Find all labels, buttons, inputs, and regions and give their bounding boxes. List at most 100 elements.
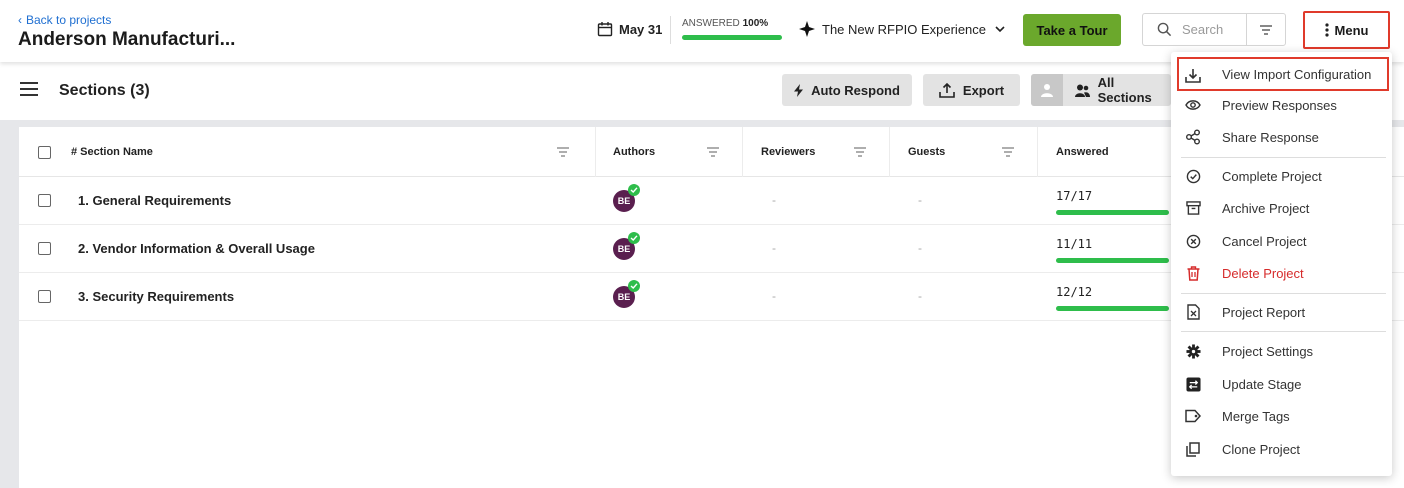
menu-divider <box>1181 157 1386 158</box>
download-icon <box>1185 67 1201 83</box>
menu-item-project-report[interactable]: Project Report <box>1171 296 1392 328</box>
eye-icon <box>1185 97 1201 113</box>
divider <box>595 127 596 177</box>
menu-item-delete-project[interactable]: Delete Project <box>1171 257 1392 289</box>
answered-value: 100% <box>742 18 769 29</box>
menu-divider <box>1181 331 1386 332</box>
divider <box>889 127 890 177</box>
avatar-initials: BE <box>617 196 631 206</box>
project-menu-dropdown: View Import Configuration Preview Respon… <box>1171 52 1392 476</box>
gear-icon <box>1185 343 1201 359</box>
avatar-initials: BE <box>617 292 631 302</box>
section-name[interactable]: 2. Vendor Information & Overall Usage <box>78 241 315 256</box>
divider <box>1037 127 1038 177</box>
cancel-circle-icon <box>1185 233 1201 249</box>
row-checkbox[interactable] <box>38 242 51 255</box>
section-name[interactable]: 3. Security Requirements <box>78 289 234 304</box>
trash-icon <box>1185 265 1201 281</box>
archive-icon <box>1185 200 1201 216</box>
menu-item-label: Clone Project <box>1222 441 1301 457</box>
workspace-selector[interactable]: The New RFPIO Experience <box>799 21 1007 37</box>
filter-icon[interactable] <box>706 127 720 177</box>
column-header-answered[interactable]: Answered <box>1056 127 1109 177</box>
menu-item-share-response[interactable]: Share Response <box>1171 121 1392 153</box>
filter-icon[interactable] <box>1259 24 1273 36</box>
avatar[interactable]: BE <box>613 280 640 308</box>
share-icon <box>1185 129 1201 145</box>
row-checkbox[interactable] <box>38 290 51 303</box>
answered-count: 12/12 <box>1056 285 1093 299</box>
reviewers-value: - <box>772 241 776 255</box>
avatar-initials: BE <box>617 244 631 254</box>
all-sections-label: All Sections <box>1097 75 1152 105</box>
search-icon <box>1157 22 1172 37</box>
back-link[interactable]: ‹ Back to projects <box>18 13 111 27</box>
row-checkbox[interactable] <box>38 194 51 207</box>
menu-button-label: Menu <box>1334 22 1369 38</box>
reviewers-value: - <box>772 193 776 207</box>
auto-respond-label: Auto Respond <box>811 82 900 98</box>
avatar[interactable]: BE <box>613 232 640 260</box>
due-date: May 31 <box>597 21 662 37</box>
menu-item-view-import-configuration[interactable]: View Import Configuration <box>1177 57 1389 91</box>
take-tour-button[interactable]: Take a Tour <box>1023 14 1121 46</box>
answered-label: ANSWERED <box>682 18 740 29</box>
kebab-icon <box>1324 23 1329 37</box>
check-badge-icon <box>628 280 640 292</box>
menu-item-update-stage[interactable]: Update Stage <box>1171 368 1392 400</box>
filter-icon[interactable] <box>1001 127 1015 177</box>
divider <box>670 16 671 44</box>
stage-icon <box>1185 376 1201 392</box>
menu-item-label: Preview Responses <box>1222 97 1337 113</box>
divider <box>742 127 743 177</box>
filter-icon[interactable] <box>556 127 570 177</box>
column-header-reviewers[interactable]: Reviewers <box>761 127 815 177</box>
avatar[interactable]: BE <box>613 184 640 212</box>
menu-item-label: Archive Project <box>1222 200 1310 216</box>
answered-progress-bar <box>1056 210 1169 215</box>
search-input[interactable]: Search <box>1182 22 1246 37</box>
back-link-label: Back to projects <box>26 13 112 27</box>
upload-icon <box>939 82 955 98</box>
lightning-icon <box>794 83 804 97</box>
workspace-label: The New RFPIO Experience <box>822 21 987 37</box>
column-header-guests[interactable]: Guests <box>908 127 945 177</box>
menu-item-label: Merge Tags <box>1222 408 1290 424</box>
answered-progress-bar <box>1056 306 1169 311</box>
answered-count: 11/11 <box>1056 237 1093 251</box>
copy-icon <box>1185 441 1201 457</box>
menu-divider <box>1181 293 1386 294</box>
menu-item-merge-tags[interactable]: Merge Tags <box>1171 400 1392 432</box>
menu-item-complete-project[interactable]: Complete Project <box>1171 160 1392 192</box>
menu-item-label: Delete Project <box>1222 265 1304 281</box>
filter-icon[interactable] <box>853 127 867 177</box>
chevron-left-icon: ‹ <box>18 13 22 27</box>
menu-item-clone-project[interactable]: Clone Project <box>1171 433 1392 465</box>
menu-button[interactable]: Menu <box>1303 11 1390 49</box>
answered-count: 17/17 <box>1056 189 1093 203</box>
answered-progress-bar <box>1056 258 1169 263</box>
due-date-label: May 31 <box>619 21 663 37</box>
select-all-checkbox[interactable] <box>38 127 51 177</box>
menu-item-cancel-project[interactable]: Cancel Project <box>1171 225 1392 257</box>
export-button[interactable]: Export <box>923 74 1020 106</box>
search-box[interactable]: Search <box>1142 13 1286 46</box>
column-header-section-name[interactable]: # Section Name <box>71 127 153 177</box>
guests-value: - <box>918 289 922 303</box>
guests-value: - <box>918 241 922 255</box>
menu-item-label: Project Settings <box>1222 343 1314 359</box>
menu-item-archive-project[interactable]: Archive Project <box>1171 192 1392 224</box>
column-header-authors[interactable]: Authors <box>613 127 655 177</box>
calendar-icon <box>597 21 613 37</box>
menu-item-label: Share Response <box>1222 129 1319 145</box>
menu-item-project-settings[interactable]: Project Settings <box>1171 335 1392 367</box>
hamburger-icon[interactable] <box>20 82 38 96</box>
all-sections-button[interactable]: All Sections <box>1031 74 1171 106</box>
chevron-down-icon <box>993 22 1007 36</box>
person-icon <box>1031 74 1063 106</box>
section-name[interactable]: 1. General Requirements <box>78 193 231 208</box>
reviewers-value: - <box>772 289 776 303</box>
menu-item-preview-responses[interactable]: Preview Responses <box>1171 89 1392 121</box>
menu-item-label: Cancel Project <box>1222 233 1307 249</box>
auto-respond-button[interactable]: Auto Respond <box>782 74 912 106</box>
